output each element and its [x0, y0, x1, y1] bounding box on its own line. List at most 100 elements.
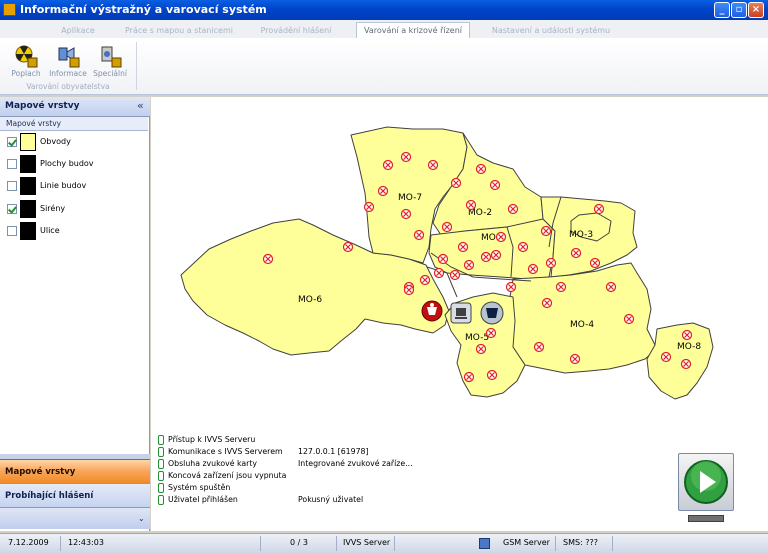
active-siren-marker[interactable]: [421, 300, 443, 322]
siren-icon[interactable]: [569, 353, 581, 365]
speaker-device-marker[interactable]: [480, 301, 504, 325]
status-value: Integrované zvukové zaříze...: [298, 459, 413, 468]
layers-panel-title: Mapové vrstvy: [5, 101, 80, 111]
start-button[interactable]: [678, 453, 734, 511]
siren-icon[interactable]: [363, 201, 375, 213]
siren-icon[interactable]: [505, 281, 517, 293]
poplach-label: Poplach: [11, 69, 41, 78]
title-bar[interactable]: Informační výstražný a varovací systém _…: [0, 0, 768, 20]
siren-icon[interactable]: [262, 253, 274, 265]
siren-icon[interactable]: [382, 159, 394, 171]
status-ivvs-server: IVVS Server: [343, 538, 391, 547]
district-label-mo-6: MO-6: [298, 295, 322, 305]
siren-icon[interactable]: [517, 241, 529, 253]
minimize-button[interactable]: _: [714, 2, 730, 18]
layer-item-sireny[interactable]: Sirény: [0, 199, 148, 221]
siren-icon[interactable]: [681, 329, 693, 341]
informace-button[interactable]: Informace: [48, 44, 88, 78]
layer-checkbox-sireny[interactable]: [7, 204, 17, 214]
siren-icon[interactable]: [400, 208, 412, 220]
siren-icon[interactable]: [490, 249, 502, 261]
siren-icon[interactable]: [419, 274, 431, 286]
siren-icon[interactable]: [485, 327, 497, 339]
status-ok-icon: [158, 435, 164, 445]
siren-icon[interactable]: [475, 343, 487, 355]
nav-mapove-vrstvy[interactable]: Mapové vrstvy: [0, 459, 150, 483]
layer-checkbox-obvody[interactable]: [7, 137, 17, 147]
siren-icon[interactable]: [545, 257, 557, 269]
siren-icon[interactable]: [660, 351, 672, 363]
siren-icon[interactable]: [589, 257, 601, 269]
siren-icon[interactable]: [433, 267, 445, 279]
siren-icon[interactable]: [463, 259, 475, 271]
close-button[interactable]: ×: [748, 2, 764, 18]
district-label-mo-8: MO-8: [677, 342, 701, 352]
layer-swatch-sireny: [20, 200, 36, 218]
status-separator: [394, 536, 395, 551]
status-time: 12:43:03: [68, 538, 104, 547]
siren-icon[interactable]: [437, 253, 449, 265]
layer-swatch-ulice: [20, 222, 36, 240]
siren-icon[interactable]: [403, 284, 415, 296]
siren-icon[interactable]: [533, 341, 545, 353]
district-map[interactable]: MO-7 MO-2 MO-1 MO-3 MO-6 MO-4 MO-5 MO-8: [151, 97, 768, 429]
layer-item-obvody[interactable]: Obvody: [0, 132, 148, 154]
tab-provadeni-hlaseni[interactable]: Provádění hlášení: [250, 23, 342, 38]
tab-aplikace[interactable]: Aplikace: [48, 23, 108, 38]
siren-icon[interactable]: [480, 251, 492, 263]
status-row: Koncová zařízení jsou vypnuta: [158, 470, 478, 482]
layer-swatch-plochy-budov: [20, 155, 36, 173]
map-area[interactable]: MO-7 MO-2 MO-1 MO-3 MO-6 MO-4 MO-5 MO-8 …: [151, 97, 768, 531]
district-mo-8[interactable]: [646, 322, 714, 400]
layer-checkbox-linie-budov[interactable]: [7, 181, 17, 191]
siren-icon[interactable]: [540, 225, 552, 237]
siren-icon[interactable]: [457, 241, 469, 253]
layer-swatch-obvody: [20, 133, 36, 151]
nav-probihajici-hlaseni[interactable]: Probíhající hlášení: [0, 483, 150, 507]
siren-icon[interactable]: [680, 358, 692, 370]
district-mo-4[interactable]: [506, 262, 658, 374]
nav-more-button[interactable]: ⌄: [0, 507, 150, 529]
siren-icon[interactable]: [486, 369, 498, 381]
siren-icon[interactable]: [605, 281, 617, 293]
siren-icon[interactable]: [450, 177, 462, 189]
siren-icon[interactable]: [427, 159, 439, 171]
siren-icon[interactable]: [342, 241, 354, 253]
siren-icon[interactable]: [475, 163, 487, 175]
siren-icon[interactable]: [441, 221, 453, 233]
siren-icon[interactable]: [570, 247, 582, 259]
siren-icon[interactable]: [413, 229, 425, 241]
tab-nastaveni[interactable]: Nastavení a události systému: [486, 23, 616, 38]
poplach-button[interactable]: Poplach: [6, 44, 46, 78]
layer-item-linie-budov[interactable]: Linie budov: [0, 176, 148, 198]
siren-icon[interactable]: [527, 263, 539, 275]
status-row: Obsluha zvukové karty Integrované zvukov…: [158, 458, 478, 470]
siren-icon[interactable]: [489, 179, 501, 191]
siren-icon[interactable]: [507, 203, 519, 215]
siren-icon[interactable]: [465, 199, 477, 211]
siren-icon[interactable]: [495, 231, 507, 243]
siren-icon[interactable]: [400, 151, 412, 163]
siren-icon[interactable]: [555, 281, 567, 293]
layer-checkbox-plochy-budov[interactable]: [7, 159, 17, 169]
layer-name: Plochy budov: [40, 159, 94, 168]
specialni-button[interactable]: Speciální: [90, 44, 130, 78]
siren-icon[interactable]: [377, 185, 389, 197]
info-speaker-icon: [58, 47, 80, 68]
siren-icon[interactable]: [623, 313, 635, 325]
terminal-device-marker[interactable]: [450, 302, 472, 324]
collapse-panel-icon[interactable]: «: [137, 99, 144, 112]
siren-icon[interactable]: [541, 297, 553, 309]
tab-varovani[interactable]: Varování a krizové řízení: [356, 22, 470, 38]
maximize-button[interactable]: ▫: [731, 2, 747, 18]
status-key: Uživatel přihlášen: [168, 495, 238, 504]
tab-prace-s-mapou[interactable]: Práce s mapou a stanicemi: [120, 23, 238, 38]
status-key: Přístup k IVVS Serveru: [168, 435, 256, 444]
siren-icon[interactable]: [593, 203, 605, 215]
layer-item-ulice[interactable]: Ulice: [0, 221, 148, 243]
siren-icon[interactable]: [463, 371, 475, 383]
status-value: Pokusný uživatel: [298, 495, 364, 504]
siren-icon[interactable]: [449, 269, 461, 281]
layer-item-plochy-budov[interactable]: Plochy budov: [0, 154, 148, 176]
layer-checkbox-ulice[interactable]: [7, 226, 17, 236]
